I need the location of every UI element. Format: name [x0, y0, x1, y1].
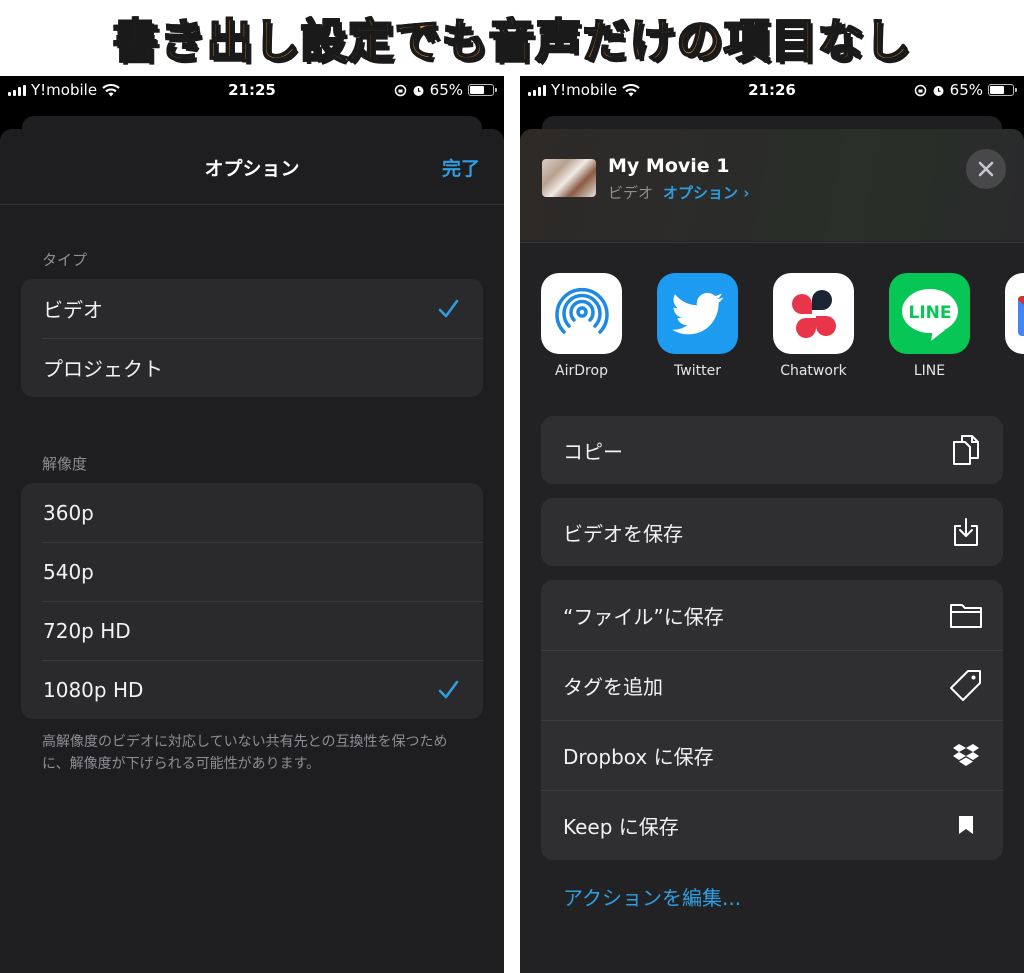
copy-icon [949, 433, 983, 467]
option-label: 720p HD [43, 618, 131, 643]
phone-right-share-sheet: Y!mobile 21:26 65% My Movie 1 ビデオ オプション … [520, 76, 1024, 973]
action-group-copy: コピー [541, 416, 1003, 484]
action-group-save-video: ビデオを保存 [541, 498, 1003, 566]
phone-left-options-screen: Y!mobile 21:25 65% オプション 完了 タイプ ビデオ プロジェ… [0, 76, 504, 973]
battery-icon [988, 84, 1017, 96]
action-add-tag[interactable]: タグを追加 [541, 650, 1003, 720]
action-save-video[interactable]: ビデオを保存 [541, 498, 1003, 566]
resolution-option-1080p[interactable]: 1080p HD [21, 660, 483, 719]
type-section-label: タイプ [42, 251, 88, 269]
action-label: タグを追加 [563, 674, 663, 699]
line-icon: LINE [889, 273, 970, 354]
action-label: “ファイル”に保存 [563, 604, 724, 629]
option-label: プロジェクト [43, 357, 163, 381]
share-sheet: My Movie 1 ビデオ オプション › AirDrop Twitter C… [520, 129, 1024, 973]
banner: 書き出し設定でも音声だけの項目なし [0, 0, 1024, 76]
app-partial-next[interactable] [1005, 273, 1024, 379]
status-bar: Y!mobile 21:25 65% [0, 76, 504, 104]
app-label: Twitter [674, 363, 721, 379]
status-bar: Y!mobile 21:26 65% [520, 76, 1024, 104]
option-label: 360p [43, 500, 94, 525]
folder-icon [949, 598, 983, 632]
share-item-type: ビデオ [608, 184, 654, 202]
app-twitter[interactable]: Twitter [657, 273, 738, 379]
share-apps-row: AirDrop Twitter Chatwork LINE LINE [541, 273, 1024, 379]
close-button[interactable] [966, 149, 1006, 189]
battery-percent: 65% [949, 81, 983, 99]
options-link[interactable]: オプション › [663, 182, 749, 203]
action-label: コピー [563, 439, 623, 464]
app-line[interactable]: LINE LINE [889, 273, 970, 379]
share-item-title: My Movie 1 [608, 155, 730, 177]
resolution-footnote: 高解像度のビデオに対応していない共有先との互換性を保つために、解像度が下げられる… [42, 734, 448, 772]
action-copy[interactable]: コピー [541, 416, 1003, 484]
action-save-to-keep[interactable]: Keep に保存 [541, 790, 1003, 860]
app-airdrop[interactable]: AirDrop [541, 273, 622, 379]
option-label: ビデオ [43, 298, 103, 322]
app-label: LINE [913, 363, 946, 379]
alarm-icon [413, 85, 424, 96]
dropbox-icon [949, 738, 983, 772]
action-label: Keep に保存 [563, 814, 679, 839]
action-save-to-dropbox[interactable]: Dropbox に保存 [541, 720, 1003, 790]
edit-actions-link[interactable]: アクションを編集... [563, 882, 741, 911]
type-group: ビデオ プロジェクト [21, 279, 483, 397]
divider [0, 204, 504, 205]
google-app-icon [1005, 273, 1024, 354]
alarm-icon [933, 85, 944, 96]
action-group-more: “ファイル”に保存 タグを追加 Dropbox に保存 Keep に保存 [541, 580, 1003, 860]
chatwork-icon [773, 273, 854, 354]
svg-text:LINE: LINE [908, 303, 951, 323]
resolution-section-label: 解像度 [42, 455, 88, 473]
video-thumbnail [542, 159, 596, 197]
battery-icon [468, 84, 497, 96]
type-option-project[interactable]: プロジェクト [21, 338, 483, 397]
option-label: 540p [43, 559, 94, 584]
twitter-icon [657, 273, 738, 354]
save-download-icon [949, 515, 983, 549]
orientation-lock-icon [914, 84, 926, 96]
app-label: AirDrop [555, 363, 608, 379]
action-label: ビデオを保存 [563, 521, 683, 546]
divider [520, 242, 1024, 243]
option-label: 1080p HD [43, 677, 144, 702]
close-icon [978, 161, 994, 177]
share-header: My Movie 1 ビデオ オプション › [520, 129, 1024, 241]
orientation-lock-icon [394, 84, 406, 96]
bookmark-icon [949, 808, 983, 842]
type-option-video[interactable]: ビデオ [21, 279, 483, 338]
app-label: Chatwork [780, 363, 847, 379]
action-save-to-files[interactable]: “ファイル”に保存 [541, 580, 1003, 650]
resolution-option-720p[interactable]: 720p HD [21, 601, 483, 660]
checkmark-icon [438, 680, 459, 698]
tag-icon [949, 668, 983, 702]
resolution-option-540p[interactable]: 540p [21, 542, 483, 601]
checkmark-icon [438, 299, 459, 317]
battery-percent: 65% [429, 81, 463, 99]
action-label: Dropbox に保存 [563, 744, 714, 769]
done-button[interactable]: 完了 [442, 154, 480, 181]
airdrop-icon [541, 273, 622, 354]
resolution-option-360p[interactable]: 360p [21, 483, 483, 542]
resolution-group: 360p 540p 720p HD 1080p HD [21, 483, 483, 719]
banner-title: 書き出し設定でも音声だけの項目なし [112, 13, 912, 69]
options-sheet: オプション 完了 タイプ ビデオ プロジェクト 解像度 360p 540p 72… [0, 129, 504, 973]
page-title: オプション [204, 158, 300, 180]
app-chatwork[interactable]: Chatwork [773, 273, 854, 379]
